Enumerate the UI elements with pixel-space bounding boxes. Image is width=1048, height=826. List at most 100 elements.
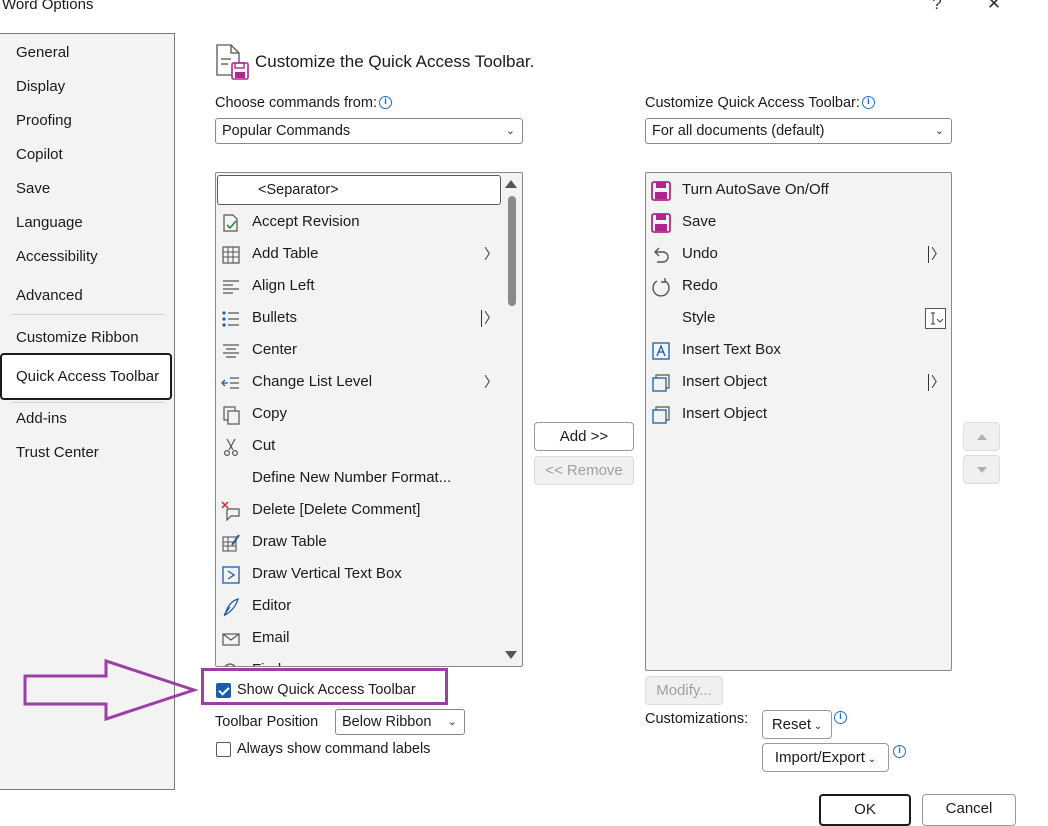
- list-item[interactable]: Draw Table: [216, 526, 522, 558]
- email-icon: [222, 633, 240, 646]
- move-up-button[interactable]: [963, 422, 1000, 451]
- search-icon: [224, 663, 236, 666]
- list-item-label: Email: [252, 629, 290, 646]
- choose-commands-label-text: Choose commands from:: [215, 95, 377, 111]
- list-item[interactable]: Draw Vertical Text Box: [216, 558, 522, 590]
- sidebar-item-save[interactable]: Save: [16, 180, 50, 197]
- list-item[interactable]: Insert Text Box: [646, 334, 951, 366]
- list-item[interactable]: Email: [216, 622, 522, 654]
- list-item-label: Find: [252, 654, 281, 666]
- sidebar-item-proofing[interactable]: Proofing: [16, 112, 72, 129]
- list-item[interactable]: Redo: [646, 270, 951, 302]
- list-item[interactable]: Align Left: [216, 270, 522, 302]
- cancel-button[interactable]: Cancel: [922, 794, 1016, 826]
- triangle-up-icon: [976, 434, 987, 440]
- object-icon: [652, 406, 670, 424]
- list-item-label: Accept Revision: [252, 213, 360, 230]
- sidebar-item-accessibility[interactable]: Accessibility: [16, 248, 98, 265]
- scissors-icon: [223, 438, 239, 457]
- quick-access-toolbar-list[interactable]: Turn AutoSave On/Off Save Undo 〉 Redo St…: [645, 172, 952, 671]
- list-item[interactable]: Add Table 〉: [216, 238, 522, 270]
- choose-commands-dropdown[interactable]: Popular Commands ⌄: [215, 118, 523, 144]
- scroll-down-arrow-icon[interactable]: [505, 651, 517, 659]
- sidebar-item-add-ins[interactable]: Add-ins: [16, 410, 67, 427]
- always-show-labels-label[interactable]: Always show command labels: [237, 741, 430, 757]
- list-item[interactable]: <Separator>: [216, 174, 522, 206]
- chevron-down-icon: ⌄: [934, 125, 944, 137]
- info-icon[interactable]: i: [378, 96, 392, 109]
- close-button[interactable]: ✕: [983, 0, 1005, 14]
- chevron-down-icon: ⌄: [811, 721, 823, 732]
- info-icon[interactable]: i: [893, 745, 906, 758]
- list-item[interactable]: Insert Object: [646, 398, 951, 430]
- list-item[interactable]: Accept Revision: [216, 206, 522, 238]
- info-icon[interactable]: i: [861, 96, 875, 109]
- modify-button[interactable]: Modify...: [645, 676, 723, 705]
- info-icon[interactable]: i: [834, 711, 847, 724]
- reset-button-label: Reset: [771, 716, 811, 733]
- list-item[interactable]: Change List Level 〉: [216, 366, 522, 398]
- sidebar-item-quick-access-toolbar[interactable]: Quick Access Toolbar: [16, 368, 159, 385]
- customize-qat-label: Customize Quick Access Toolbar: i: [645, 95, 875, 111]
- save-icon: [651, 213, 671, 233]
- list-item[interactable]: Define New Number Format...: [216, 462, 522, 494]
- ok-button[interactable]: OK: [819, 794, 911, 826]
- list-item[interactable]: Copy: [216, 398, 522, 430]
- chevron-right-icon[interactable]: 〉: [931, 366, 945, 398]
- list-item[interactable]: Turn AutoSave On/Off: [646, 174, 951, 206]
- list-item[interactable]: Insert Object 〉: [646, 366, 951, 398]
- customize-qat-dropdown[interactable]: For all documents (default) ⌄: [645, 118, 952, 144]
- scrollbar-thumb[interactable]: [508, 196, 516, 306]
- scroll-up-arrow-icon[interactable]: [505, 180, 517, 188]
- commands-scrollbar[interactable]: [504, 174, 521, 665]
- chevron-down-icon: ⌄: [505, 125, 515, 137]
- always-show-labels-checkbox[interactable]: [216, 742, 231, 757]
- sidebar-item-customize-ribbon[interactable]: Customize Ribbon: [16, 329, 139, 346]
- chevron-right-icon[interactable]: 〉: [931, 238, 945, 270]
- list-item-label: Undo: [682, 245, 718, 262]
- import-export-button[interactable]: Import/Export ⌄: [762, 743, 889, 772]
- accept-revision-icon: [223, 214, 238, 232]
- window-title: Word Options: [2, 0, 94, 13]
- list-item[interactable]: Find: [216, 654, 522, 666]
- chevron-right-icon[interactable]: 〉: [484, 302, 498, 334]
- list-item[interactable]: Cut: [216, 430, 522, 462]
- align-left-icon: [223, 280, 239, 294]
- sidebar-item-display[interactable]: Display: [16, 78, 65, 95]
- sidebar-item-trust-center[interactable]: Trust Center: [16, 444, 99, 461]
- list-item[interactable]: Style: [646, 302, 951, 334]
- remove-button[interactable]: << Remove: [534, 456, 634, 485]
- reset-button[interactable]: Reset ⌄: [762, 710, 832, 739]
- list-item-label: Turn AutoSave On/Off: [682, 181, 829, 198]
- sidebar-item-copilot[interactable]: Copilot: [16, 146, 63, 163]
- move-down-button[interactable]: [963, 455, 1000, 484]
- redo-icon: [652, 278, 670, 297]
- add-button[interactable]: Add >>: [534, 422, 634, 451]
- text-box-icon: [652, 342, 670, 360]
- sidebar-item-general[interactable]: General: [16, 44, 69, 61]
- list-item[interactable]: Center: [216, 334, 522, 366]
- help-button[interactable]: ?: [926, 0, 948, 14]
- toolbar-position-value: Below Ribbon: [342, 714, 432, 730]
- chevron-down-icon: ⌄: [864, 754, 877, 765]
- list-item[interactable]: Undo 〉: [646, 238, 951, 270]
- list-item-label: Insert Object: [682, 405, 768, 422]
- vertical-text-box-icon: [222, 566, 240, 584]
- bullets-icon: [222, 311, 239, 327]
- choose-commands-value: Popular Commands: [222, 123, 351, 139]
- page-heading: Customize the Quick Access Toolbar.: [255, 52, 535, 71]
- separator-item-frame: <Separator>: [217, 175, 501, 205]
- list-item[interactable]: Editor: [216, 590, 522, 622]
- sidebar-item-advanced[interactable]: Advanced: [16, 287, 83, 304]
- list-item-label: Style: [682, 309, 716, 326]
- sidebar-item-language[interactable]: Language: [16, 214, 83, 231]
- list-item[interactable]: Bullets 〉: [216, 302, 522, 334]
- chevron-down-icon: ⌄: [447, 716, 457, 728]
- table-icon: [222, 246, 240, 264]
- list-item-label: Change List Level: [252, 373, 373, 390]
- toolbar-position-dropdown[interactable]: Below Ribbon ⌄: [335, 709, 465, 735]
- list-item-label: Delete [Delete Comment]: [252, 501, 421, 518]
- list-item[interactable]: Delete [Delete Comment]: [216, 494, 522, 526]
- list-item[interactable]: Save: [646, 206, 951, 238]
- commands-list[interactable]: <Separator> Accept Revision Add Table 〉 …: [215, 172, 523, 667]
